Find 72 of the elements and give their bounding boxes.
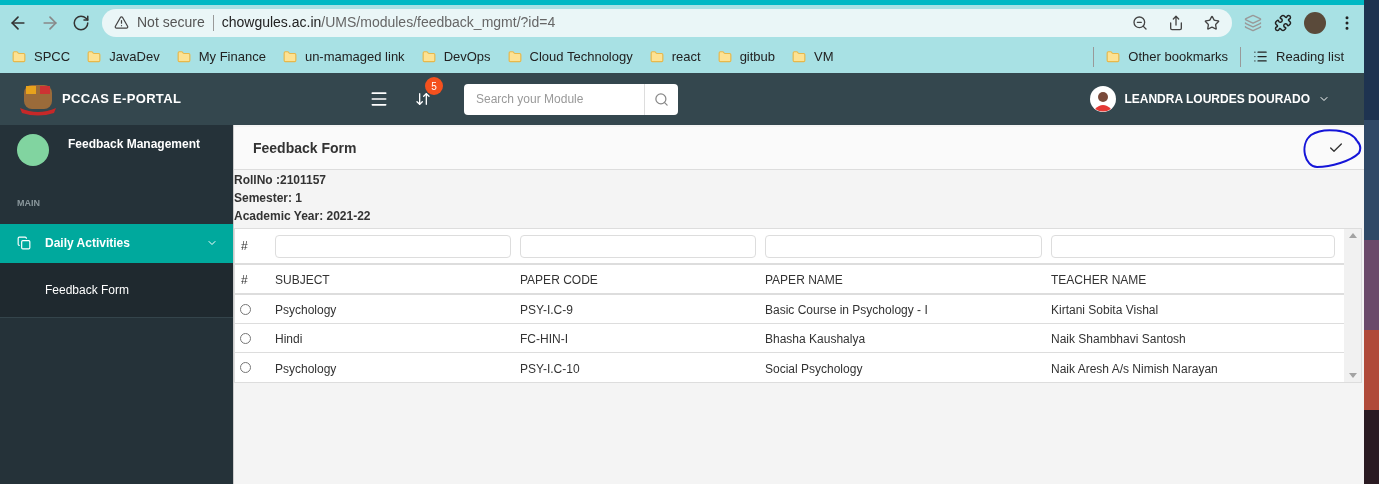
bookmark-item[interactable]: SPCC xyxy=(12,46,71,67)
search-icon xyxy=(654,91,669,107)
search-button[interactable] xyxy=(644,83,678,115)
folder-icon xyxy=(282,49,297,64)
bookmark-item[interactable]: VM xyxy=(792,46,834,67)
folder-icon xyxy=(649,49,664,64)
extensions-icon[interactable] xyxy=(1274,13,1292,32)
profile-avatar[interactable] xyxy=(1304,11,1326,34)
table-cell: Psychology xyxy=(275,361,337,376)
info-text: Semester: 1 xyxy=(234,190,304,207)
filter-label: # xyxy=(240,238,249,255)
folder-icon xyxy=(176,49,191,64)
folder-icon xyxy=(792,49,807,64)
table-cell: FC-HIN-I xyxy=(520,332,568,346)
user-avatar[interactable] xyxy=(1090,86,1117,112)
bookmark-item[interactable]: react xyxy=(649,46,701,67)
folder-icon xyxy=(87,49,102,64)
column-header: # xyxy=(241,273,248,287)
column-header: PAPER CODE xyxy=(520,273,598,287)
reading-list-button[interactable]: Reading list xyxy=(1253,46,1344,67)
bookmark-item[interactable]: gitbub xyxy=(717,46,776,67)
folder-icon xyxy=(717,49,732,64)
table-cell: Kirtani Sobita Vishal xyxy=(1051,303,1159,317)
bookmark-item[interactable]: My Finance xyxy=(176,46,266,67)
page-title: Feedback Form xyxy=(253,138,358,158)
table-cell: Naik Shambhavi Santosh xyxy=(1051,332,1186,346)
star-icon[interactable] xyxy=(1204,14,1220,31)
warning-icon xyxy=(114,15,129,30)
filter-field[interactable] xyxy=(1051,234,1335,258)
user-name[interactable]: LEANDRA LOURDES DOURADO xyxy=(1124,90,1310,108)
module-title: Feedback Management xyxy=(68,136,201,153)
menu-icon[interactable] xyxy=(369,89,389,109)
filter-field[interactable] xyxy=(275,234,511,258)
filter-field[interactable] xyxy=(765,234,1042,258)
college-logo xyxy=(18,82,58,116)
table-cell: Psychology xyxy=(275,303,337,317)
table-cell: Hindi xyxy=(275,332,303,346)
folder-icon xyxy=(507,49,522,64)
table-cell: PSY-I.C-9 xyxy=(520,303,573,317)
reload-icon[interactable] xyxy=(72,13,90,32)
folder-icon xyxy=(1106,49,1121,64)
module-search-field[interactable]: Search your Module xyxy=(464,83,644,115)
table-cell: Basic Course in Psychology - I xyxy=(765,303,928,317)
table-cell: Social Psychology xyxy=(765,361,863,376)
bookmark-item[interactable]: JavaDev xyxy=(87,46,160,67)
share-icon[interactable] xyxy=(1168,14,1184,31)
filter-field[interactable] xyxy=(520,234,756,258)
section-label: MAIN xyxy=(16,197,41,210)
nav-subitem[interactable]: Feedback Form xyxy=(0,262,233,317)
bookmark-item[interactable]: Other bookmarks xyxy=(1106,46,1229,67)
security-label: Not secure xyxy=(137,13,205,32)
url-text: chowgules.ac.in/UMS/modules/feedback_mgmt/?id=4 xyxy=(221,13,556,32)
column-header: PAPER NAME xyxy=(765,273,843,287)
column-header: SUBJECT xyxy=(275,273,330,287)
address-bar[interactable]: Not secure chowgules.ac.in/UMS/modules/feedback_mgmt/?id=4 xyxy=(102,8,1232,37)
folder-icon xyxy=(12,49,26,64)
bookmark-item[interactable]: un-mamaged link xyxy=(282,46,405,67)
bookmark-item[interactable]: DevOps xyxy=(421,46,491,67)
brand-name: PCCAS E-PORTAL xyxy=(62,90,182,109)
table-cell: Bhasha Kaushalya xyxy=(765,332,866,346)
bookmark-item[interactable]: Cloud Technology xyxy=(507,46,633,67)
info-text: Academic Year: 2021-22 xyxy=(234,208,372,225)
copy-icon xyxy=(17,236,31,250)
table-cell: PSY-I.C-10 xyxy=(520,361,580,376)
zoom-out-icon[interactable] xyxy=(1132,14,1148,31)
column-header: TEACHER NAME xyxy=(1051,273,1147,287)
folder-icon xyxy=(421,49,436,64)
notification-badge: 5 xyxy=(425,77,443,95)
module-avatar xyxy=(17,134,49,166)
info-text: RollNo :2101157 xyxy=(234,172,328,189)
table-cell: Naik Aresh A/s Nimish Narayan xyxy=(1051,361,1218,376)
list-icon xyxy=(1253,49,1269,64)
